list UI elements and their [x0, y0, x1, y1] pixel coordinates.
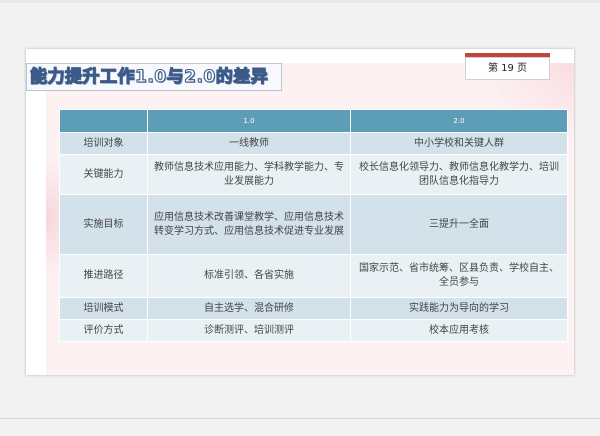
- row-label: 培训模式: [59, 297, 148, 320]
- comparison-table: 1.0 2.0 培训对象 一线教师 中小学校和关键人群 关键能力 教师信息技术应…: [59, 109, 568, 342]
- cell-v2: 校本应用考核: [350, 319, 568, 342]
- cell-v2: 校长信息化领导力、教师信息化教学力、培训团队信息化指导力: [350, 154, 568, 195]
- slide-title-box: 能力提升工作1.0与2.0的差异: [26, 63, 282, 91]
- table-row: 推进路径 标准引领、各省实施 国家示范、省市统筹、区县负责、学校自主、全员参与: [59, 254, 568, 298]
- table-row: 关键能力 教师信息技术应用能力、学科教学能力、专业发展能力 校长信息化领导力、教…: [59, 154, 568, 195]
- cell-v1: 诊断测评、培训测评: [147, 319, 351, 342]
- cell-v1: 自主选学、混合研修: [147, 297, 351, 320]
- cell-v1: 教师信息技术应用能力、学科教学能力、专业发展能力: [147, 154, 351, 195]
- row-label: 推进路径: [59, 254, 148, 298]
- cell-v1: 应用信息技术改善课堂教学、应用信息技术转变学习方式、应用信息技术促进专业发展: [147, 194, 351, 255]
- table-row: 评价方式 诊断测评、培训测评 校本应用考核: [59, 319, 568, 342]
- row-label: 评价方式: [59, 319, 148, 342]
- row-label: 实施目标: [59, 194, 148, 255]
- row-label: 培训对象: [59, 132, 148, 155]
- cell-v1: 标准引领、各省实施: [147, 254, 351, 298]
- row-label: 关键能力: [59, 154, 148, 195]
- slide-title: 能力提升工作1.0与2.0的差异: [29, 66, 269, 87]
- window-top-edge: [0, 0, 600, 3]
- cell-v2: 三提升一全面: [350, 194, 568, 255]
- table-header-row: 1.0 2.0: [59, 109, 568, 133]
- page-number-box: 第 19 页: [465, 57, 550, 80]
- slide-page: 能力提升工作1.0与2.0的差异 第 19 页 1.0 2.0 培训对象 一线教…: [26, 49, 574, 375]
- table-row: 培训模式 自主选学、混合研修 实践能力为导向的学习: [59, 297, 568, 320]
- window-bottom-rule: [0, 418, 600, 419]
- cell-v2: 国家示范、省市统筹、区县负责、学校自主、全员参与: [350, 254, 568, 298]
- cell-v1: 一线教师: [147, 132, 351, 155]
- header-cell-2-0: 2.0: [350, 109, 568, 133]
- cell-v2: 中小学校和关键人群: [350, 132, 568, 155]
- table-row: 实施目标 应用信息技术改善课堂教学、应用信息技术转变学习方式、应用信息技术促进专…: [59, 194, 568, 255]
- header-cell-empty: [59, 109, 148, 133]
- page-number: 第 19 页: [487, 63, 528, 74]
- cell-v2: 实践能力为导向的学习: [350, 297, 568, 320]
- table-row: 培训对象 一线教师 中小学校和关键人群: [59, 132, 568, 155]
- header-cell-1-0: 1.0: [147, 109, 351, 133]
